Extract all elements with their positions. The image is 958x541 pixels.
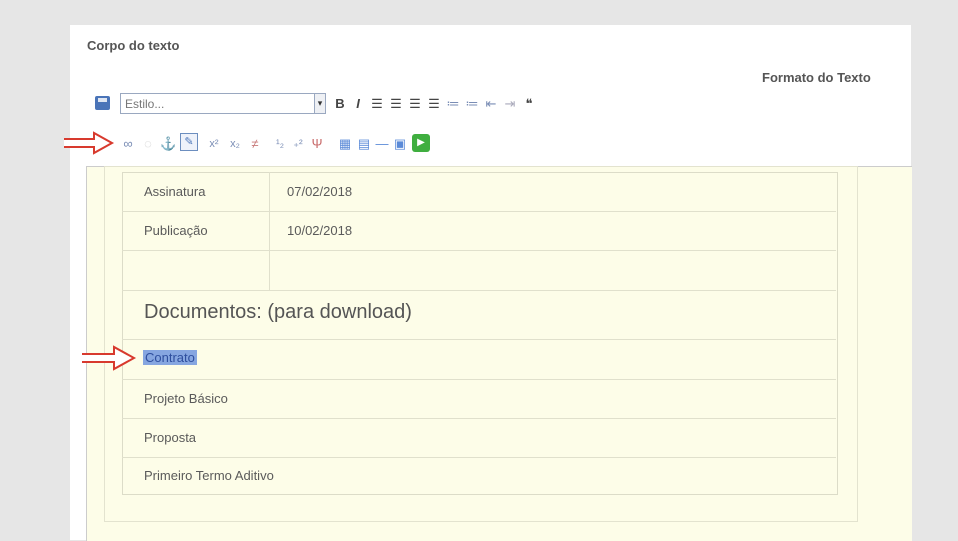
table-row	[122, 172, 836, 212]
table-row	[122, 211, 836, 251]
italic-icon[interactable]: I	[351, 96, 365, 112]
anchor-icon[interactable]: ⚓	[160, 136, 176, 152]
table-row	[122, 418, 836, 458]
document-link[interactable]: Projeto Básico	[144, 391, 228, 406]
format-label: Formato do Texto	[762, 70, 871, 85]
align-left-icon[interactable]: ☰	[370, 96, 384, 112]
blockquote-icon[interactable]: ❝	[522, 96, 536, 112]
annotation-arrow-icon	[64, 131, 115, 155]
document-link[interactable]: Primeiro Termo Aditivo	[144, 468, 274, 483]
bold-icon[interactable]: B	[333, 96, 347, 112]
document-link[interactable]: Proposta	[144, 430, 196, 445]
play-icon[interactable]: ▶	[412, 134, 430, 152]
table-cell-value: 10/02/2018	[287, 223, 353, 238]
justify-icon[interactable]: ☰	[427, 96, 441, 112]
document-link-contrato[interactable]: Contrato	[143, 350, 197, 365]
table-icon[interactable]: ▤	[356, 136, 372, 152]
superscript-icon[interactable]: x²	[205, 136, 223, 152]
link-icon[interactable]: ∞	[120, 136, 136, 152]
strikethrough-icon[interactable]: ≠	[247, 136, 263, 152]
align-center-icon[interactable]: ☰	[389, 96, 403, 112]
save-icon[interactable]	[95, 96, 110, 110]
unordered-list-icon[interactable]: ≔	[465, 96, 479, 112]
indent-icon[interactable]: ⇥	[503, 96, 517, 112]
table-cell-label: Publicação	[144, 223, 208, 238]
image-icon[interactable]: ▦	[337, 136, 353, 152]
media-icon[interactable]: ▣	[392, 136, 408, 152]
special-char-icon[interactable]: ¹₂	[272, 136, 288, 152]
edit-icon[interactable]: ✎	[180, 133, 198, 151]
table-row	[122, 379, 836, 419]
documents-heading: Documentos: (para download)	[144, 301, 412, 323]
subscript-icon[interactable]: x₂	[226, 136, 244, 152]
table-cell-label: Assinatura	[144, 184, 206, 199]
table-cell-value: 07/02/2018	[287, 184, 353, 199]
style-select[interactable]: Estilo...	[120, 93, 317, 114]
table-row	[122, 339, 836, 380]
unlink-icon[interactable]: ◌	[140, 136, 156, 152]
ordered-list-icon[interactable]: ≔	[446, 96, 460, 112]
hr-icon[interactable]: —	[374, 136, 390, 152]
table-row	[122, 250, 836, 291]
filter-icon[interactable]: Ψ	[309, 136, 325, 152]
section-title: Corpo do texto	[87, 38, 180, 53]
align-right-icon[interactable]: ☰	[408, 96, 422, 112]
outdent-icon[interactable]: ⇤	[484, 96, 498, 112]
symbol-icon[interactable]: ₊²	[290, 136, 306, 152]
annotation-arrow-icon	[82, 345, 137, 371]
chevron-down-icon[interactable]: ▾	[314, 93, 326, 114]
